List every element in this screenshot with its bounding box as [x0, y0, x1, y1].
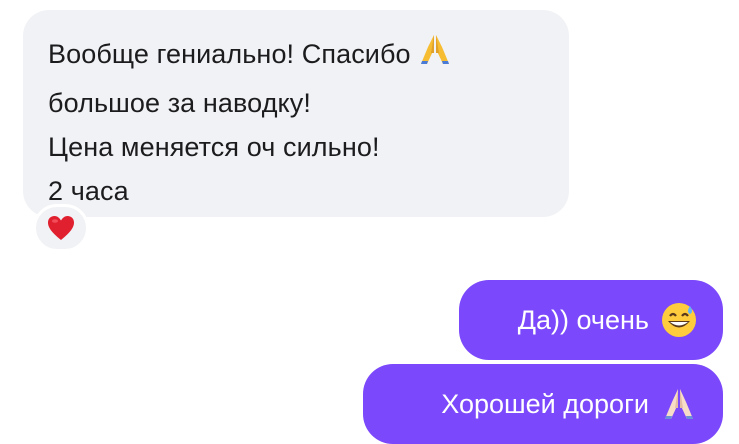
outgoing-message-bubble[interactable]: Хорошей дороги — [363, 364, 723, 444]
message-line: большое за наводку! — [48, 88, 311, 118]
folded-hands-light-icon — [661, 386, 697, 422]
outgoing-message-bubble[interactable]: Да)) очень — [459, 280, 723, 360]
grinning-sweat-face-icon — [661, 302, 697, 338]
chat-thread: Вообще гениально! Спасибо большое за нав… — [0, 0, 739, 444]
message-line: Цена меняется оч сильно! — [48, 132, 380, 162]
message-text: Хорошей дороги — [441, 388, 649, 419]
message-line: Вообще гениально! Спасибо — [48, 31, 569, 81]
reaction-badge[interactable] — [33, 204, 89, 252]
message-text: Да)) очень — [517, 304, 649, 335]
incoming-message-bubble[interactable]: Вообще гениально! Спасибо большое за нав… — [23, 10, 569, 217]
heart-icon — [47, 215, 75, 241]
message-line: 2 часа — [48, 176, 129, 206]
folded-hands-icon — [417, 31, 453, 81]
